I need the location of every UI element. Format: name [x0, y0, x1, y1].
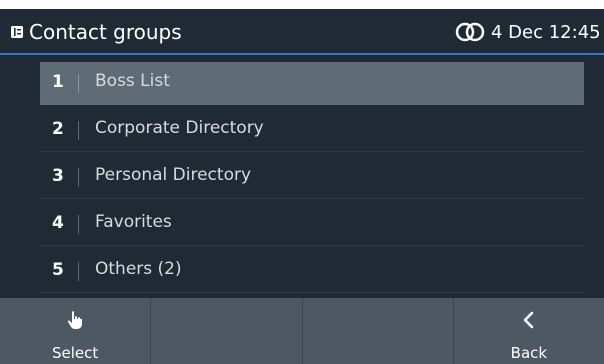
page-title: Contact groups [29, 20, 182, 44]
phone-screen: Contact groups 4 Dec 12:45 1 Boss List 2… [0, 9, 604, 364]
list-item-favorites[interactable]: 4 Favorites [40, 203, 584, 246]
list-item-personal-directory[interactable]: 3 Personal Directory [40, 156, 584, 199]
item-separator [78, 168, 79, 187]
softkey-bar: Select Back [0, 298, 604, 364]
item-label: Others (2) [95, 259, 182, 279]
item-label: Boss List [95, 71, 170, 91]
phonebook-icon [11, 26, 23, 38]
item-separator [78, 262, 79, 281]
select-label: Select [51, 344, 99, 362]
item-separator [78, 215, 79, 234]
softkey-empty-3[interactable] [303, 298, 454, 364]
list-item-corporate-directory[interactable]: 2 Corporate Directory [40, 109, 584, 152]
back-label: Back [510, 344, 548, 362]
hand-pointer-icon [68, 311, 83, 329]
chevron-left-icon [523, 311, 534, 329]
list-item-others[interactable]: 5 Others (2) [40, 250, 584, 293]
list-item-boss-list[interactable]: 1 Boss List [40, 62, 584, 105]
item-separator [78, 121, 79, 140]
select-softkey[interactable]: Select [0, 298, 152, 364]
item-number: 5 [52, 260, 64, 280]
date-time: 4 Dec 12:45 [491, 22, 601, 43]
item-separator [78, 74, 79, 93]
item-label: Corporate Directory [95, 118, 264, 138]
rings-icon [455, 22, 485, 42]
item-number: 2 [52, 119, 64, 139]
item-label: Personal Directory [95, 165, 252, 185]
item-number: 3 [52, 166, 64, 186]
header-bar: Contact groups 4 Dec 12:45 [0, 9, 604, 55]
back-softkey[interactable]: Back [454, 298, 604, 364]
contact-group-list: 1 Boss List 2 Corporate Directory 3 Pers… [40, 62, 584, 297]
softkey-empty-2[interactable] [151, 298, 303, 364]
item-label: Favorites [95, 212, 172, 232]
item-number: 1 [52, 72, 64, 92]
item-number: 4 [52, 213, 64, 233]
